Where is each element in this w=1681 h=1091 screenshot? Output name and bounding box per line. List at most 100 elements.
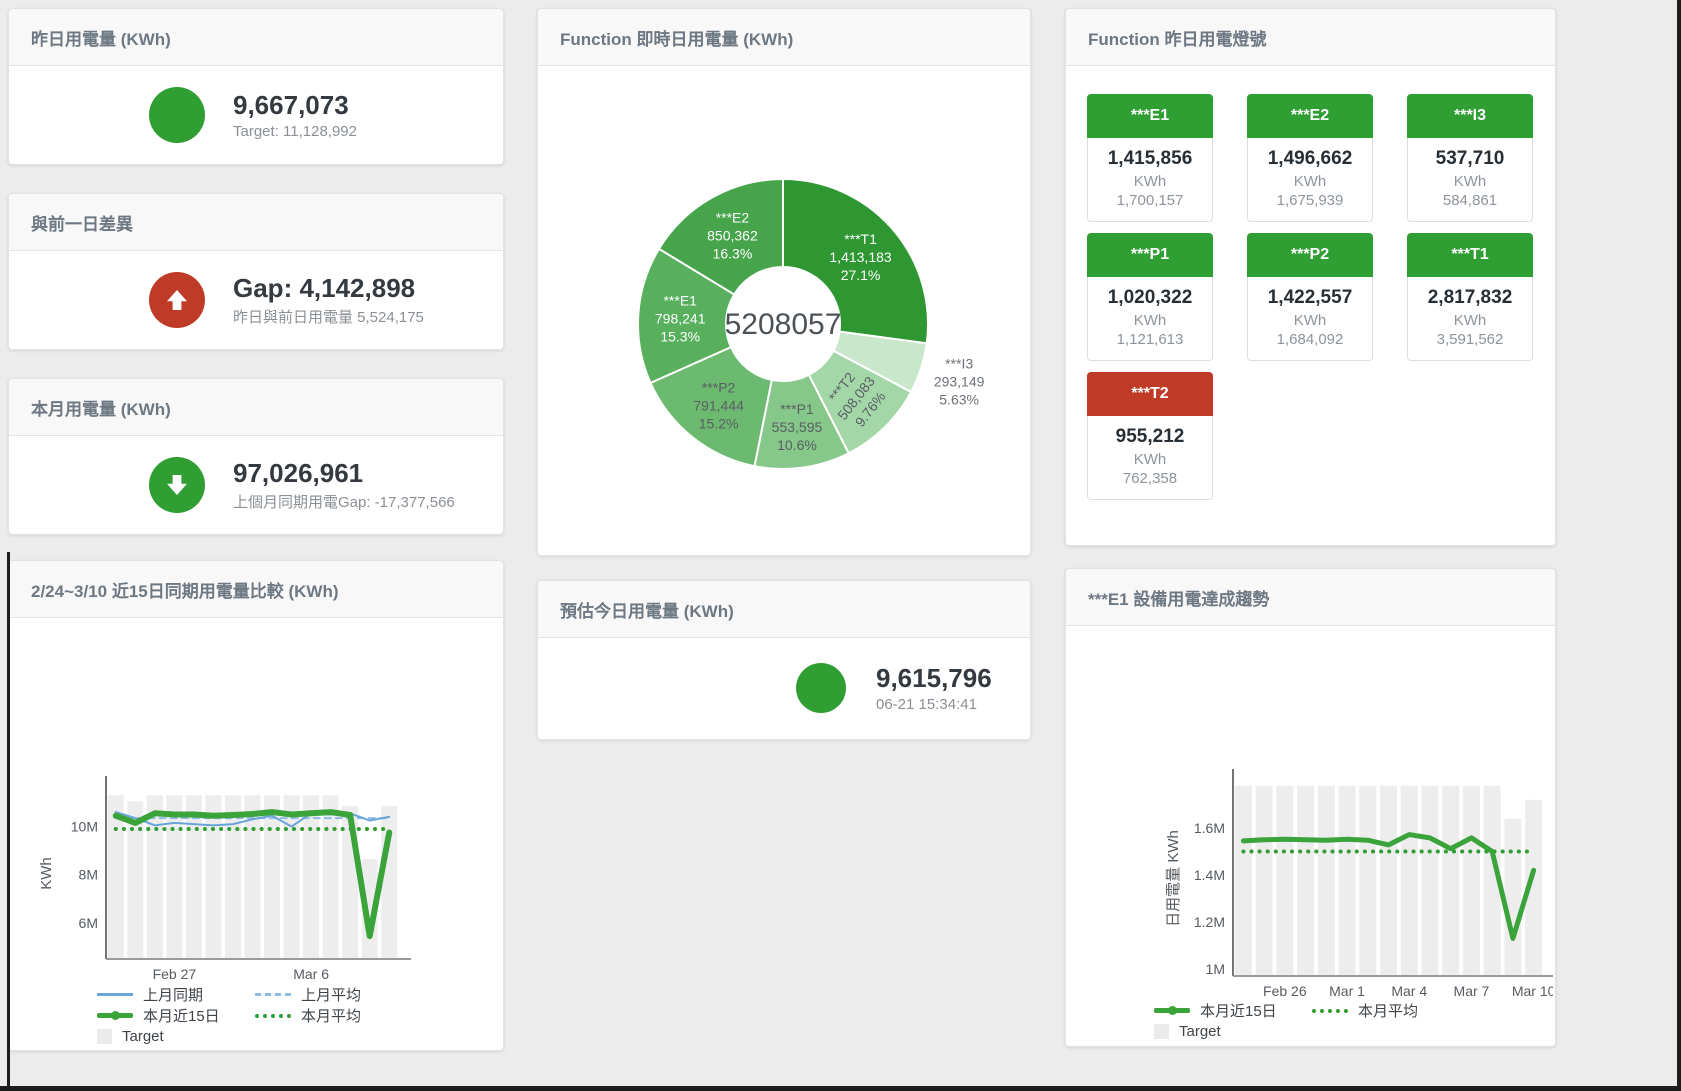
down-arrow-icon [162, 470, 192, 500]
legend-label: 上月平均 [301, 984, 361, 1005]
target-bar [1235, 786, 1252, 976]
tile-value: 1,020,322 [1088, 287, 1212, 309]
tile-unit: KWh [1088, 312, 1212, 329]
card-estimate-title: 預估今日用電量 (KWh) [538, 581, 1030, 638]
legend-item[interactable]: 本月平均 [1312, 1000, 1470, 1021]
month-usage-subtitle: 上個月同期用電Gap: -17,377,566 [233, 491, 455, 512]
yesterday-usage-value: 9,667,073 [233, 90, 357, 120]
tile-value: 537,710 [1408, 148, 1532, 170]
target-bar [1463, 786, 1480, 976]
status-tile-P2: ***P21,422,557KWh1,684,092 [1247, 233, 1373, 361]
legend-item[interactable]: 上月同期 [97, 984, 255, 1005]
card-trend-title: ***E1 設備用電達成趨勢 [1066, 569, 1555, 626]
legend-item[interactable]: Target [97, 1028, 255, 1045]
card-yesterday-title: 昨日用電量 (KWh) [9, 9, 503, 66]
tile-equipment-name: ***I3 [1407, 94, 1533, 138]
legend-item[interactable]: Target [1154, 1023, 1312, 1040]
tile-target: 1,700,157 [1088, 192, 1212, 209]
sw-dot-green-icon [1312, 1009, 1348, 1013]
x-tick-label: Mar 7 [1454, 983, 1490, 999]
tile-value: 1,422,557 [1248, 287, 1372, 309]
card-realtime-donut: Function 即時日用電量 (KWh) ***T11,413,18327.1… [537, 8, 1031, 556]
y-axis-label: 日用電量 KWh [1165, 830, 1182, 927]
card-title-text: Function 即時日用電量 (KWh) [560, 25, 793, 50]
legend-label: 本月近15日 [1200, 1000, 1277, 1021]
realtime-usage-donut-chart: ***T11,413,18327.1%***I3293,1495.63%***T… [538, 66, 1028, 554]
legend-label: 本月平均 [1358, 1000, 1418, 1021]
tile-target: 1,675,939 [1248, 192, 1372, 209]
legend-item[interactable]: 本月近15日 [1154, 1000, 1312, 1021]
tile-equipment-name: ***P1 [1087, 233, 1213, 277]
day-gap-value: Gap: 4,142,898 [233, 273, 424, 303]
legend-row: 本月近15日 本月平均 [1154, 1000, 1555, 1021]
estimate-timestamp: 06-21 15:34:41 [876, 696, 992, 713]
x-tick-label: Mar 6 [293, 966, 329, 982]
sw-dot-green-icon [255, 1014, 291, 1018]
status-tile-T2: ***T2955,212KWh762,358 [1087, 372, 1213, 500]
tile-body: 1,496,662KWh1,675,939 [1247, 138, 1373, 222]
legend-item[interactable]: 上月平均 [255, 984, 413, 1005]
card-title-text: ***E1 設備用電達成趨勢 [1088, 585, 1269, 610]
donut-slice-label: ***I3293,1495.63% [934, 356, 985, 408]
card-compare-title: 2/24~3/10 近15日同期用電量比較 (KWh) [9, 561, 503, 618]
compare-line-chart: 6M8M10MKWhFeb 27Mar 6 [9, 618, 501, 984]
target-bar [205, 795, 221, 959]
kpi-text: 9,615,796 06-21 15:34:41 [876, 663, 992, 713]
target-bar [1504, 819, 1521, 976]
tile-value: 1,496,662 [1248, 148, 1372, 170]
tile-body: 1,020,322KWh1,121,613 [1087, 277, 1213, 361]
tile-target: 3,591,562 [1408, 331, 1532, 348]
tile-unit: KWh [1248, 312, 1372, 329]
legend-row: Target [97, 1026, 503, 1047]
tile-equipment-name: ***T2 [1087, 372, 1213, 416]
left-screen-edge [7, 552, 10, 1086]
tile-unit: KWh [1408, 173, 1532, 190]
month-usage-value: 97,026,961 [233, 458, 455, 488]
card-day-gap-title: 與前一日差異 [9, 194, 503, 251]
x-tick-label: Mar 10 [1512, 983, 1553, 999]
status-tile-T1: ***T12,817,832KWh3,591,562 [1407, 233, 1533, 361]
yesterday-usage-target: Target: 11,128,992 [233, 123, 357, 140]
target-bar [1421, 786, 1438, 976]
target-bar [1276, 786, 1293, 976]
sw-dash-blue-icon [255, 993, 291, 996]
legend-label: 上月同期 [143, 984, 203, 1005]
legend-label: 本月近15日 [143, 1005, 220, 1026]
y-tick-label: 10M [71, 819, 98, 835]
target-bar [303, 795, 319, 959]
legend-item[interactable]: 本月近15日 [97, 1005, 255, 1026]
legend-label: Target [1179, 1023, 1221, 1040]
target-bar [1380, 786, 1397, 976]
trend-chart-body: 1M1.2M1.4M1.6M日用電量 KWhFeb 26Mar 1Mar 4Ma… [1066, 626, 1555, 1042]
y-tick-label: 1.6M [1194, 820, 1225, 836]
legend-row: 上月同期 上月平均 [97, 984, 503, 1005]
target-bar [1442, 786, 1459, 976]
status-tiles-grid: ***E11,415,856KWh1,700,157***E21,496,662… [1066, 66, 1555, 500]
card-title-text: 預估今日用電量 (KWh) [560, 597, 734, 622]
card-title-text: 與前一日差異 [31, 210, 133, 235]
x-tick-label: Feb 26 [1263, 983, 1307, 999]
legend-item[interactable]: 本月平均 [255, 1005, 413, 1026]
tile-equipment-name: ***E1 [1087, 94, 1213, 138]
day-gap-subtitle: 昨日與前日用電量 5,524,175 [233, 306, 424, 327]
target-bar [166, 795, 182, 959]
status-tile-I3: ***I3 537,710 KWh 584,861 [1407, 94, 1533, 222]
trend-chart-legend: 本月近15日 本月平均 Target [1066, 1000, 1555, 1042]
card-status-lights: Function 昨日用電燈號 ***E11,415,856KWh1,700,1… [1065, 8, 1556, 546]
tile-target: 584,861 [1408, 192, 1532, 209]
compare-chart-legend: 上月同期 上月平均本月近15日 本月平均Target [9, 984, 503, 1047]
compare-chart-body: 6M8M10MKWhFeb 27Mar 6 上月同期 上月平均本月近15日 本月平均… [9, 618, 503, 1047]
sw-thick-green-icon [97, 1013, 133, 1018]
tile-value: 955,212 [1088, 426, 1212, 448]
y-tick-label: 1.2M [1194, 914, 1225, 930]
tile-equipment-name: ***T1 [1407, 233, 1533, 277]
target-bar [323, 795, 339, 959]
x-tick-label: Mar 4 [1391, 983, 1427, 999]
kpi-text: 9,667,073 Target: 11,128,992 [233, 90, 357, 140]
kpi-body: 97,026,961 上個月同期用電Gap: -17,377,566 [9, 436, 503, 533]
kpi-body: Gap: 4,142,898 昨日與前日用電量 5,524,175 [9, 251, 503, 348]
tile-unit: KWh [1088, 451, 1212, 468]
card-month-title: 本月用電量 (KWh) [9, 379, 503, 436]
status-circle-icon [149, 87, 205, 143]
tile-value: 2,817,832 [1408, 287, 1532, 309]
